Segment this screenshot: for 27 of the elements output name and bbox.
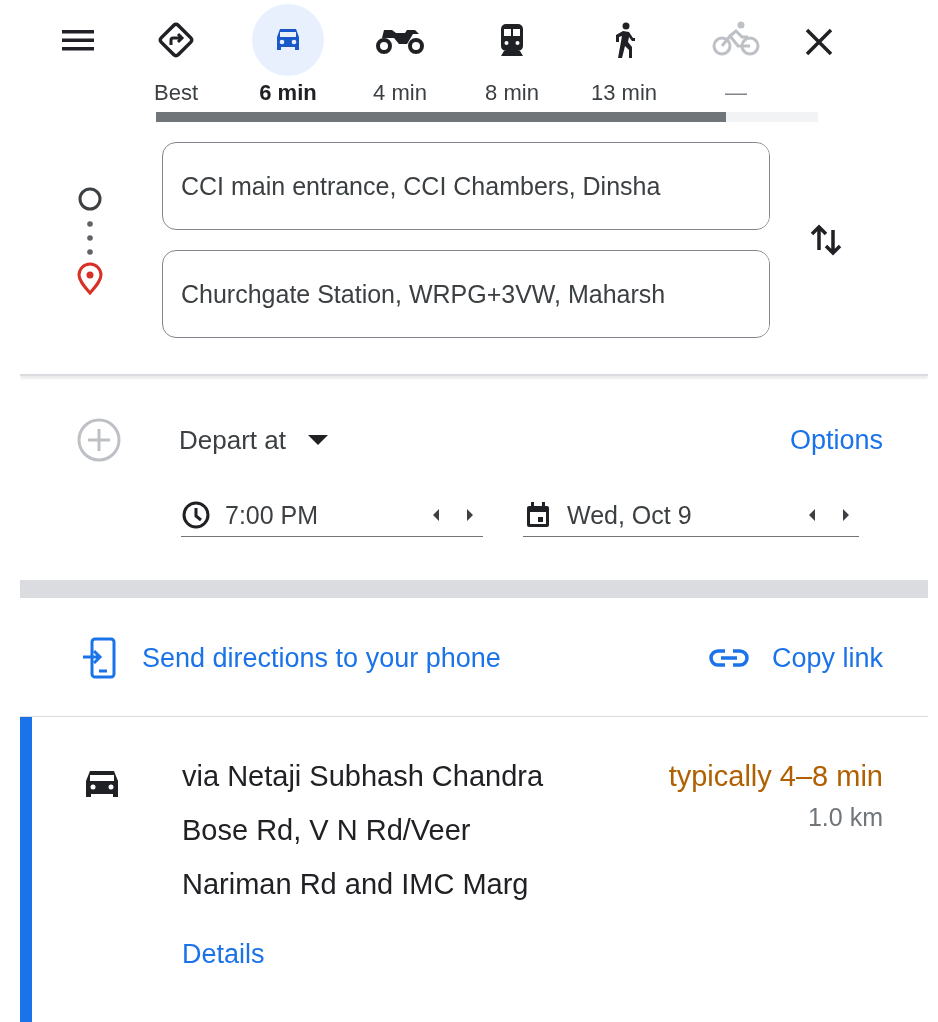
options-link[interactable]: Options	[789, 424, 883, 456]
date-value: Wed, Oct 9	[567, 500, 693, 530]
date-picker[interactable]: Wed, Oct 9	[523, 500, 859, 537]
travel-mode-tab[interactable]: 6 min	[232, 4, 344, 106]
details-link[interactable]: Details	[182, 939, 265, 970]
walking-person-icon	[613, 21, 635, 59]
menu-icon	[62, 28, 96, 52]
travel-mode-tab[interactable]: 13 min	[568, 4, 680, 106]
origin-field[interactable]: CCI main entrance, CCI Chambers, Dinsha	[162, 142, 770, 230]
time-value: 7:00 PM	[225, 500, 320, 530]
clock-icon	[181, 500, 211, 530]
scrollbar[interactable]	[156, 112, 818, 122]
close-icon	[804, 27, 834, 57]
route-distance: 1.0 km	[807, 803, 883, 832]
travel-mode-tab[interactable]: 8 min	[456, 4, 568, 106]
dots-icon	[84, 218, 95, 258]
travel-mode-tab[interactable]: 4 min	[344, 4, 456, 106]
destination-field[interactable]: Churchgate Station, WRPG+3VW, Maharsh	[162, 250, 770, 338]
route-description: via Netaji Subhash Chandra Bose Rd, V N Rd/Veer Nariman Rd and IMC Marg	[182, 759, 545, 902]
route-duration: typically 4–8 min	[668, 759, 883, 794]
copy-link-button[interactable]: Copy link	[707, 636, 883, 680]
depart-dropdown[interactable]: Depart at	[179, 424, 330, 456]
travel-mode-tab[interactable]: Best	[120, 4, 232, 106]
send-to-phone-link[interactable]: Send directions to your phone	[80, 636, 501, 680]
link-icon	[707, 646, 750, 670]
time-picker[interactable]: 7:00 PM	[181, 500, 483, 537]
route-card[interactable]: via Netaji Subhash Chandra Bose Rd, V N Rd/Veer Nariman Rd and IMC Marg typically 4–8 min 1.0 km Details	[20, 717, 928, 1022]
